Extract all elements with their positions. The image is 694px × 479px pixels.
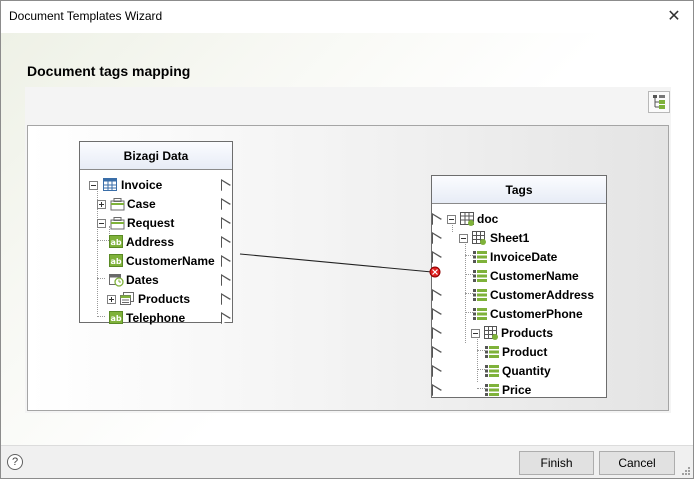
svg-text:ab: ab — [110, 257, 121, 266]
entity-table-icon — [103, 178, 117, 191]
tree-item-products[interactable]: Products — [80, 290, 230, 309]
wizard-window: Document Templates Wizard ✕ Document tag… — [0, 0, 694, 479]
tree-item-case[interactable]: Case — [80, 195, 230, 214]
collapse-icon[interactable] — [459, 234, 468, 243]
input-port[interactable] — [432, 327, 442, 339]
field-tag-icon — [473, 308, 487, 320]
tree-item-label: Case — [127, 197, 156, 211]
bizagi-data-title: Bizagi Data — [80, 142, 232, 170]
input-port[interactable] — [432, 251, 442, 263]
tags-title: Tags — [432, 176, 606, 204]
svg-text:ab: ab — [110, 238, 121, 247]
tree-item-address[interactable]: ab Address — [80, 233, 230, 252]
help-icon[interactable]: ? — [7, 454, 23, 470]
input-port[interactable] — [432, 213, 442, 225]
tag-item-customername[interactable]: CustomerName — [432, 267, 604, 286]
case-folder-icon — [110, 198, 125, 211]
tag-item-label: InvoiceDate — [490, 250, 558, 264]
field-tag-icon — [473, 289, 487, 301]
cancel-button[interactable]: Cancel — [599, 451, 675, 475]
tag-item-customeraddress[interactable]: CustomerAddress — [432, 286, 604, 305]
case-folder-icon — [110, 217, 125, 230]
tree-item-label: CustomerName — [126, 254, 215, 268]
mapped-port-icon[interactable] — [429, 266, 441, 278]
sheet-icon — [484, 326, 498, 340]
output-port[interactable] — [221, 274, 231, 286]
page-title: Document tags mapping — [27, 63, 191, 79]
output-port[interactable] — [221, 236, 231, 248]
finish-button[interactable]: Finish — [519, 451, 594, 475]
tag-item-label: Quantity — [502, 364, 551, 378]
tag-item-price[interactable]: Price — [432, 381, 604, 400]
expand-icon[interactable] — [97, 200, 106, 209]
input-port[interactable] — [432, 232, 442, 244]
ab-text-icon: ab — [109, 254, 123, 267]
collapse-icon[interactable] — [97, 219, 106, 228]
tag-item-label: Price — [502, 383, 532, 397]
tree-item-label: Products — [138, 292, 191, 306]
svg-text:ab: ab — [110, 314, 121, 323]
field-tag-icon — [473, 251, 487, 263]
bizagi-data-panel: Bizagi Data Invoice Case Request ab Addr… — [79, 141, 233, 325]
mapping-canvas: Bizagi Data Invoice Case Request ab Addr… — [27, 125, 669, 411]
field-tag-icon — [485, 384, 499, 396]
tree-item-label: Request — [127, 216, 175, 230]
collection-icon — [120, 292, 134, 305]
collapse-icon[interactable] — [447, 215, 456, 224]
input-port[interactable] — [432, 308, 442, 320]
tag-item-label: CustomerPhone — [490, 307, 583, 321]
output-port[interactable] — [221, 179, 231, 191]
expand-icon[interactable] — [107, 295, 116, 304]
input-port[interactable] — [432, 289, 442, 301]
output-port[interactable] — [221, 198, 231, 210]
field-tag-icon — [473, 270, 487, 282]
output-port-mapped[interactable] — [221, 255, 231, 267]
resize-grip-icon[interactable] — [681, 466, 691, 476]
field-tag-icon — [485, 365, 499, 377]
tag-item-label: doc — [477, 212, 499, 226]
input-port[interactable] — [432, 346, 442, 358]
tree-item-label: Address — [126, 235, 175, 249]
tag-item-invoicedate[interactable]: InvoiceDate — [432, 248, 604, 267]
tag-item-sheet1[interactable]: Sheet1 — [432, 229, 604, 248]
field-tag-icon — [485, 346, 499, 358]
tag-item-product[interactable]: Product — [432, 343, 604, 362]
tree-item-dates[interactable]: Dates — [80, 271, 230, 290]
input-port[interactable] — [432, 384, 442, 396]
tag-item-customerphone[interactable]: CustomerPhone — [432, 305, 604, 324]
title-bar: Document Templates Wizard ✕ — [1, 1, 693, 33]
ab-text-icon: ab — [109, 235, 123, 248]
tree-item-label: Dates — [126, 273, 159, 287]
tree-item-invoice[interactable]: Invoice — [80, 176, 230, 195]
collapse-icon[interactable] — [89, 181, 98, 190]
sheet-icon — [472, 231, 486, 245]
tree-item-telephone[interactable]: ab Telephone — [80, 309, 230, 328]
tree-item-label: Telephone — [126, 311, 186, 325]
tag-item-label: Sheet1 — [490, 231, 530, 245]
tag-item-quantity[interactable]: Quantity — [432, 362, 604, 381]
ab-text-icon: ab — [109, 311, 123, 324]
close-icon[interactable]: ✕ — [665, 7, 683, 25]
window-title: Document Templates Wizard — [9, 9, 163, 23]
output-port[interactable] — [221, 293, 231, 305]
calendar-clock-icon — [109, 274, 124, 287]
collapse-icon[interactable] — [471, 329, 480, 338]
doc-table-icon — [460, 212, 474, 226]
tree-item-label: Invoice — [121, 178, 163, 192]
tree-layout-icon — [653, 95, 665, 109]
tag-item-label: CustomerName — [490, 269, 579, 283]
input-port[interactable] — [432, 365, 442, 377]
tag-item-label: Products — [501, 326, 554, 340]
tag-item-label: Product — [502, 345, 548, 359]
tree-layout-button[interactable] — [648, 91, 670, 113]
tag-item-doc[interactable]: doc — [432, 210, 604, 229]
tree-item-request[interactable]: Request — [80, 214, 230, 233]
footer-bar: ? Finish Cancel — [1, 445, 693, 478]
tag-item-products[interactable]: Products — [432, 324, 604, 343]
output-port[interactable] — [221, 217, 231, 229]
tags-panel: Tags doc Sheet1 InvoiceDate CustomerName… — [431, 175, 607, 398]
output-port[interactable] — [221, 312, 231, 324]
tree-item-customername[interactable]: ab CustomerName — [80, 252, 230, 271]
tag-item-label: CustomerAddress — [490, 288, 595, 302]
